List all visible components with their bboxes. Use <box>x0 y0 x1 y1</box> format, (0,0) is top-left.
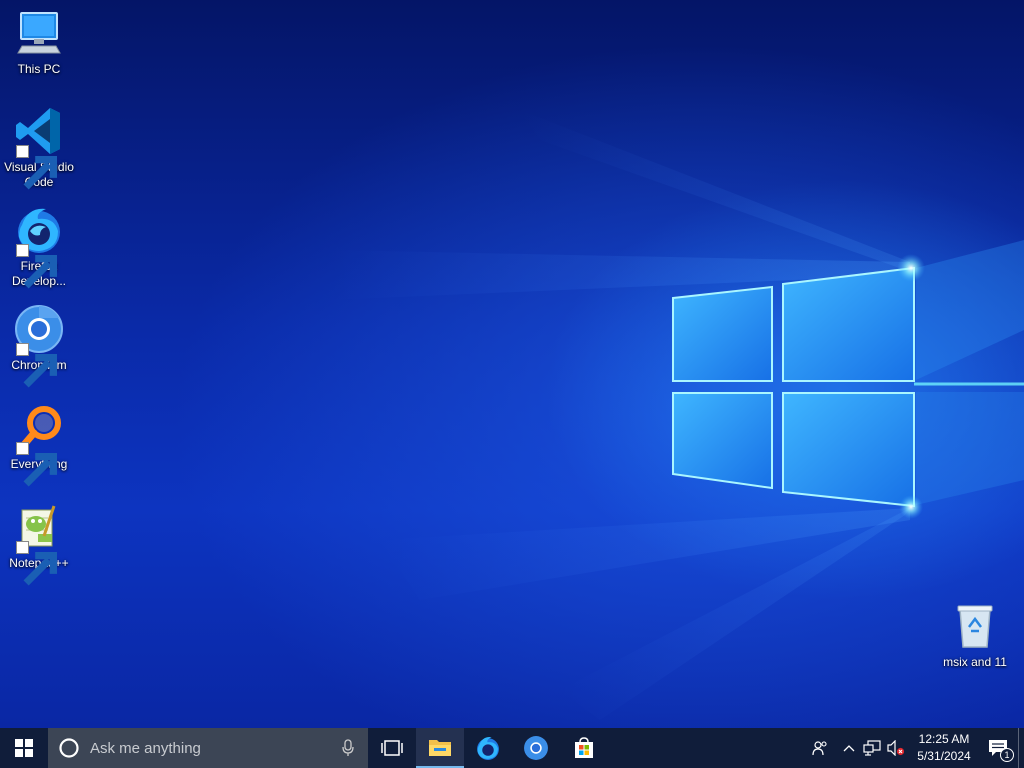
search-placeholder: Ask me anything <box>90 739 201 757</box>
network-button[interactable] <box>860 728 884 768</box>
task-view-button[interactable] <box>368 728 416 768</box>
everything-search-icon <box>14 403 64 487</box>
windows-start-icon <box>15 739 33 757</box>
chromium-icon <box>524 736 548 760</box>
desktop[interactable]: This PC Visual Studio Code Firefox Devel… <box>0 0 1024 728</box>
chromium-icon <box>14 304 64 388</box>
show-hidden-icons-button[interactable] <box>838 728 860 768</box>
vscode-icon <box>14 106 64 190</box>
volume-muted-icon <box>887 740 905 756</box>
notepad-plus-plus-icon <box>14 502 64 586</box>
clock-time: 12:25 AM <box>918 732 970 746</box>
system-tray: 12:25 AM 5/31/2024 1 <box>802 728 1024 768</box>
shortcut-arrow-icon <box>16 442 58 487</box>
action-center-button[interactable]: 1 <box>980 728 1016 768</box>
network-icon <box>863 740 881 756</box>
shortcut-arrow-icon <box>16 145 58 190</box>
task-view-icon <box>381 740 403 756</box>
people-icon <box>812 741 827 756</box>
desktop-icon-everything[interactable]: Everything <box>0 403 78 487</box>
desktop-icon-label: msix and 11 <box>943 655 1007 669</box>
taskbar-firefox-developer[interactable] <box>464 728 512 768</box>
desktop-icon-firefox-developer[interactable]: Firefox Develop... <box>0 205 78 289</box>
taskbar-chromium[interactable] <box>512 728 560 768</box>
volume-button[interactable] <box>884 728 908 768</box>
notification-count-badge: 1 <box>1000 748 1014 762</box>
people-button[interactable] <box>802 728 838 768</box>
taskbar: Ask me anything 12:25 AM 5/31/2024 1 <box>0 728 1024 768</box>
desktop-icon-this-pc[interactable]: This PC <box>0 8 78 77</box>
shortcut-arrow-icon <box>16 343 58 388</box>
shortcut-arrow-icon <box>16 541 58 586</box>
firefox-developer-icon <box>14 205 64 289</box>
firefox-developer-icon <box>477 736 499 760</box>
chevron-up-icon <box>843 745 855 752</box>
desktop-icon-recycle-bin[interactable]: msix and 11 <box>936 601 1014 670</box>
desktop-icon-chromium[interactable]: Chromium <box>0 304 78 388</box>
desktop-icon-label: This PC <box>17 62 61 76</box>
desktop-icon-notepad-plus-plus[interactable]: Notepad++ <box>0 502 78 586</box>
clock-date: 5/31/2024 <box>917 749 971 763</box>
microphone-icon[interactable] <box>328 739 368 757</box>
search-box[interactable]: Ask me anything <box>48 728 368 768</box>
taskbar-file-explorer[interactable] <box>416 728 464 768</box>
clock[interactable]: 12:25 AM 5/31/2024 <box>912 731 976 765</box>
taskbar-microsoft-store[interactable] <box>560 728 608 768</box>
store-icon <box>575 737 593 758</box>
cortana-icon <box>59 738 79 758</box>
shortcut-arrow-icon <box>16 244 58 289</box>
computer-icon <box>14 8 64 58</box>
folder-icon <box>429 740 451 756</box>
desktop-icon-vscode[interactable]: Visual Studio Code <box>0 106 78 190</box>
wallpaper-windows-logo <box>330 110 1024 720</box>
show-desktop-button[interactable] <box>1018 728 1024 768</box>
recycle-bin-icon <box>950 601 1000 651</box>
start-button[interactable] <box>0 728 48 768</box>
